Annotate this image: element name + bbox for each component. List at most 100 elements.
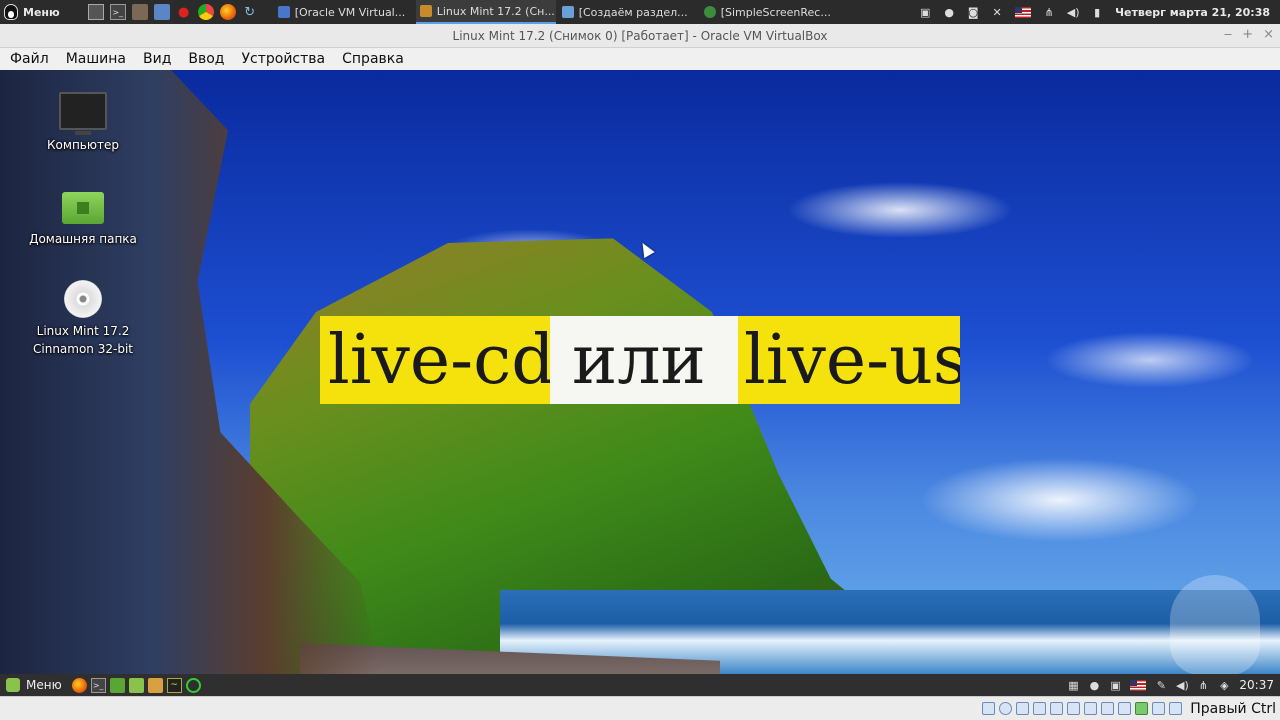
hard-disk-icon[interactable] (982, 702, 996, 715)
desktop-icon-label: Домашняя папка (29, 232, 137, 246)
mouse-cursor (637, 239, 655, 259)
image-viewer-icon[interactable] (147, 677, 163, 693)
network-manager-icon[interactable] (185, 677, 201, 693)
desktop-icon-label: Компьютер (47, 138, 119, 152)
guest-menu-button[interactable]: Меню (0, 678, 72, 692)
desktop-icon-install-disc[interactable]: Linux Mint 17.2 Cinnamon 32-bit (23, 280, 143, 358)
vbox-status-bar: Правый Ctrl (0, 696, 1280, 720)
menu-machine[interactable]: Машина (56, 51, 133, 67)
screenshot-icon[interactable]: ▣ (1109, 679, 1121, 692)
desktop-icon-home[interactable]: Домашняя папка (23, 192, 143, 248)
caption-or: или (550, 316, 738, 404)
desktop-icon-label: Cinnamon 32-bit (33, 342, 133, 356)
guest-desktop[interactable]: Компьютер Домашняя папка Linux Mint 17.2… (0, 70, 1280, 674)
us-flag-icon[interactable] (1130, 679, 1147, 691)
battery-icon[interactable]: ▮ (1091, 6, 1103, 19)
disc-icon (64, 280, 102, 318)
camera-icon[interactable] (131, 4, 148, 20)
mint-icon (6, 678, 20, 692)
terminal-icon[interactable]: >_ (90, 677, 106, 693)
screenshot-icon[interactable]: ▣ (919, 6, 931, 19)
user-icon[interactable]: ● (943, 6, 955, 19)
refresh-icon[interactable]: ↻ (242, 4, 258, 20)
task-label: Linux Mint 17.2 (Сн... (436, 4, 555, 18)
home-folder-icon (62, 192, 104, 224)
menu-file[interactable]: Файл (0, 51, 56, 67)
vbox-icon (277, 6, 290, 18)
pen-icon[interactable]: ✎ (1155, 679, 1167, 692)
caption-live-cd: live-cd (320, 316, 555, 404)
user-icon[interactable]: ● (1088, 679, 1100, 692)
task-linux-mint-vm[interactable]: Linux Mint 17.2 (Сн... (415, 0, 556, 24)
caption-overlay: live-cd или live-usb (320, 316, 960, 404)
files-icon[interactable] (153, 4, 170, 20)
guest-launchers: >_ ~ (71, 677, 201, 693)
usb-icon[interactable] (1050, 702, 1064, 715)
keyboard-icon[interactable] (1169, 702, 1183, 715)
display-icon[interactable] (1084, 702, 1098, 715)
host-top-panel: Меню >_ ● ↻ [Oracle VM Virtual... Linux … (0, 0, 1280, 24)
firefox-icon[interactable] (219, 4, 236, 20)
firefox-icon[interactable] (71, 677, 87, 693)
computer-icon (59, 92, 107, 135)
mouse-integration-icon[interactable] (1152, 702, 1166, 715)
vbox-tray-icon[interactable]: ◙ (967, 6, 979, 19)
host-clock[interactable]: Четверг марта 21, 20:38 (1115, 6, 1270, 19)
network-adapter-icon[interactable] (1033, 702, 1047, 715)
host-menu-button[interactable]: Меню (0, 4, 68, 20)
caption-live-usb: live-usb (738, 316, 960, 404)
window-title: Linux Mint 17.2 (Снимок 0) [Работает] - … (452, 28, 828, 43)
editor-icon (561, 6, 574, 18)
close-button[interactable]: × (1263, 27, 1274, 42)
task-label: [Oracle VM Virtual... (294, 5, 406, 19)
vbox-menubar: Файл Машина Вид Ввод Устройства Справка (0, 48, 1280, 70)
terminal-icon[interactable]: >_ (109, 4, 126, 20)
maximize-button[interactable]: + (1242, 27, 1253, 42)
chrome-icon[interactable] (197, 4, 214, 20)
guest-clock[interactable]: 20:37 (1239, 678, 1274, 692)
calendar-icon[interactable]: ▦ (1067, 679, 1079, 692)
guest-menu-label: Меню (26, 678, 62, 692)
audio-icon[interactable] (1016, 702, 1030, 715)
task-text-editor[interactable]: [Создаём раздел... (558, 0, 698, 24)
menu-view[interactable]: Вид (133, 51, 178, 67)
host-launchers: >_ ● ↻ (87, 4, 258, 20)
cherry-icon[interactable]: ● (176, 4, 192, 20)
minimize-button[interactable]: ‒ (1224, 27, 1232, 42)
cpu-icon[interactable] (1118, 702, 1132, 715)
host-tray: ▣ ● ◙ ✕ ⋔ ◀) ▮ Четверг марта 21, 20:38 (919, 6, 1280, 19)
task-vbox-manager[interactable]: [Oracle VM Virtual... (274, 0, 414, 24)
optical-drive-icon[interactable] (999, 702, 1013, 715)
menu-input[interactable]: Ввод (178, 51, 231, 67)
folder-icon[interactable] (109, 677, 125, 693)
menu-devices[interactable]: Устройства (232, 51, 333, 67)
menu-help[interactable]: Справка (332, 51, 411, 67)
vm-icon (419, 5, 432, 17)
host-key-label: Правый Ctrl (1190, 700, 1276, 717)
volume-icon[interactable]: ◀) (1176, 679, 1189, 692)
update-manager-icon[interactable] (128, 677, 144, 693)
recorder-icon (703, 6, 716, 18)
us-flag-icon[interactable] (1015, 6, 1032, 18)
desktop-icon-computer[interactable]: Компьютер (23, 92, 143, 154)
monitor-icon[interactable] (87, 4, 104, 20)
video-capture-icon[interactable] (1101, 702, 1115, 715)
task-screen-recorder[interactable]: [SimpleScreenRec... (700, 0, 840, 24)
network-icon[interactable]: ⋔ (1043, 6, 1055, 19)
volume-icon[interactable]: ◀) (1067, 6, 1080, 19)
network-icon[interactable]: ⋔ (1197, 679, 1209, 692)
system-monitor-icon[interactable]: ~ (166, 677, 182, 693)
virtualization-icon[interactable] (1135, 702, 1149, 715)
close-icon[interactable]: ✕ (991, 6, 1003, 19)
tux-icon (4, 4, 18, 20)
window-controls: ‒ + × (1224, 27, 1274, 42)
task-label: [Создаём раздел... (578, 5, 688, 19)
shared-folders-icon[interactable] (1067, 702, 1081, 715)
host-taskbar: [Oracle VM Virtual... Linux Mint 17.2 (С… (274, 0, 840, 24)
vbox-window-title-bar[interactable]: Linux Mint 17.2 (Снимок 0) [Работает] - … (0, 24, 1280, 48)
task-label: [SimpleScreenRec... (720, 5, 831, 19)
host-menu-label: Меню (23, 5, 60, 19)
shield-icon[interactable]: ◈ (1218, 679, 1230, 692)
desktop-icon-label: Linux Mint 17.2 (36, 324, 130, 338)
guest-panel: Меню >_ ~ ▦ ● ▣ ✎ ◀) ⋔ ◈ 20:37 (0, 674, 1280, 696)
